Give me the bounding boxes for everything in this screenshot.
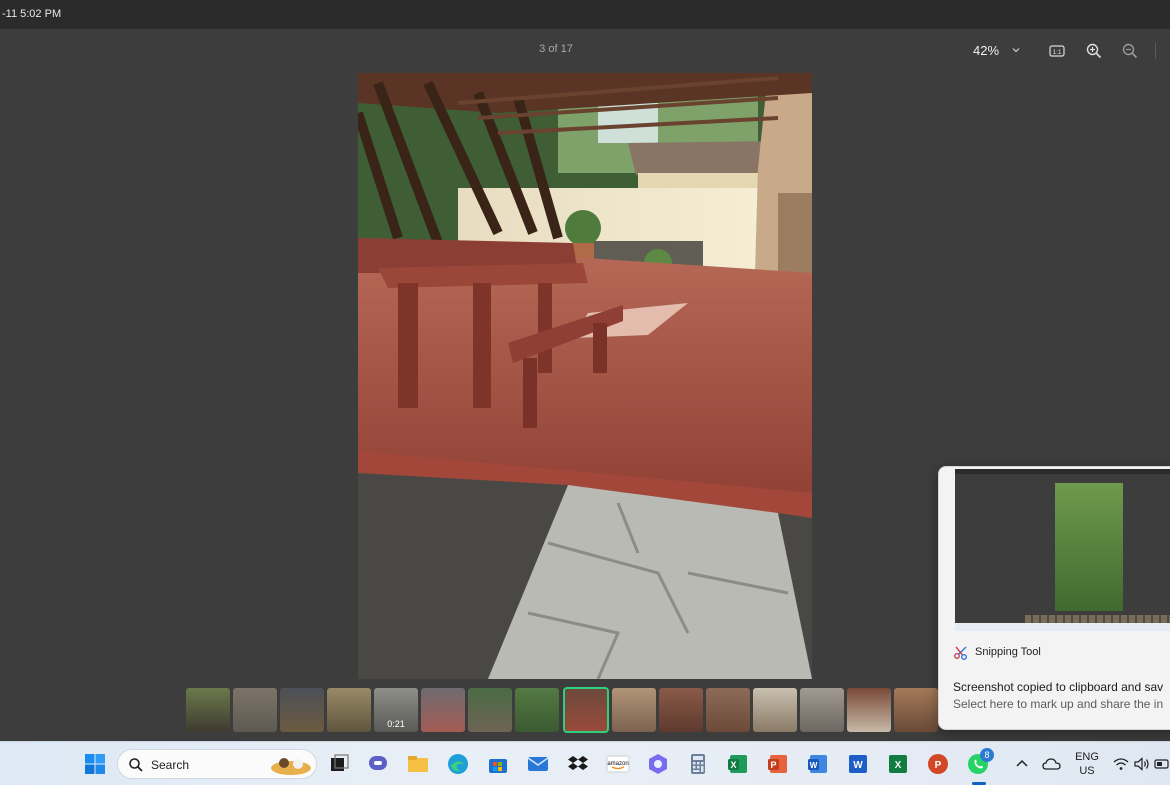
snipping-tool-notification[interactable]: Snipping Tool Screenshot copied to clipb… xyxy=(938,466,1170,730)
photo-viewer-window: -11 5:02 PM 3 of 17 42% 1:1 0:21 Snippin… xyxy=(0,0,1170,785)
preview-filmstrip xyxy=(1025,615,1170,623)
main-photo[interactable] xyxy=(358,73,812,679)
mail-icon[interactable] xyxy=(525,751,551,777)
powerpoint-icon[interactable]: P xyxy=(765,751,791,777)
toast-subtext: Select here to mark up and share the in xyxy=(953,697,1164,711)
preview-titlebar xyxy=(955,469,1170,474)
onedrive-cloud-icon[interactable] xyxy=(1041,754,1063,774)
edge-browser-icon[interactable] xyxy=(445,751,471,777)
thumbnail[interactable] xyxy=(421,688,465,732)
taskbar: Search amazon X P W W X P 8 ENG US xyxy=(0,741,1170,785)
thumbnail[interactable] xyxy=(468,688,512,732)
title-bar: -11 5:02 PM xyxy=(0,0,1170,29)
image-counter: 3 of 17 xyxy=(539,43,573,55)
svg-text:X: X xyxy=(730,760,736,770)
battery-icon[interactable] xyxy=(1154,757,1170,771)
actual-size-icon[interactable]: 1:1 xyxy=(1048,42,1066,60)
thumbnail[interactable] xyxy=(233,688,277,732)
toolbar-divider xyxy=(1155,43,1156,59)
zoom-dropdown[interactable]: 42% xyxy=(963,41,1033,61)
chevron-down-icon xyxy=(1012,48,1020,53)
thumbnail[interactable] xyxy=(753,688,797,732)
thumbnail-selected[interactable] xyxy=(563,687,609,733)
copilot-icon[interactable] xyxy=(645,751,671,777)
task-view-icon[interactable] xyxy=(326,751,352,777)
word-icon[interactable]: W xyxy=(805,751,831,777)
thumbnail[interactable] xyxy=(612,688,656,732)
svg-text:P: P xyxy=(770,760,776,770)
language-code: ENG xyxy=(1075,751,1099,763)
start-windows-icon[interactable] xyxy=(82,751,108,777)
wifi-icon[interactable] xyxy=(1112,755,1130,773)
amazon-icon[interactable]: amazon xyxy=(605,751,631,777)
whatsapp-notification-badge: 8 xyxy=(980,748,994,762)
thumbnail[interactable] xyxy=(847,688,891,732)
svg-text:amazon: amazon xyxy=(607,761,628,767)
video-thumbnail[interactable]: 0:21 xyxy=(374,688,418,732)
thumbnail[interactable] xyxy=(706,688,750,732)
screenshot-preview[interactable] xyxy=(955,469,1170,631)
word-icon-2[interactable]: W xyxy=(845,751,871,777)
taskbar-search-box[interactable]: Search xyxy=(117,749,317,779)
svg-text:P: P xyxy=(935,760,942,771)
svg-text:X: X xyxy=(895,760,902,771)
teams-chat-icon[interactable] xyxy=(365,751,391,777)
toast-app-name: Snipping Tool xyxy=(975,646,1041,658)
toast-message: Screenshot copied to clipboard and sav xyxy=(953,680,1164,694)
thumbnail[interactable] xyxy=(515,688,559,732)
thumbnail[interactable] xyxy=(327,688,371,732)
volume-icon[interactable] xyxy=(1133,755,1151,773)
preview-photo xyxy=(1055,483,1123,611)
file-explorer-icon[interactable] xyxy=(405,751,431,777)
powerpoint-icon-2[interactable]: P xyxy=(925,751,951,777)
search-label: Search xyxy=(151,758,190,772)
zoom-out-icon[interactable] xyxy=(1121,42,1139,60)
thumbnail[interactable] xyxy=(894,688,938,732)
viewer-toolbar: 3 of 17 42% 1:1 xyxy=(0,29,1170,71)
dropbox-icon[interactable] xyxy=(565,751,591,777)
search-icon xyxy=(129,758,143,772)
thumbnail[interactable] xyxy=(186,688,230,732)
window-title: -11 5:02 PM xyxy=(2,8,62,20)
search-highlight-icon xyxy=(271,758,311,775)
microsoft-store-icon[interactable] xyxy=(485,751,511,777)
svg-text:W: W xyxy=(853,760,863,771)
svg-text:1:1: 1:1 xyxy=(1052,49,1061,56)
thumbnail[interactable] xyxy=(800,688,844,732)
preview-taskbar xyxy=(955,623,1170,631)
zoom-in-icon[interactable] xyxy=(1085,42,1103,60)
video-duration: 0:21 xyxy=(387,719,405,729)
region-code: US xyxy=(1079,765,1095,777)
snipping-tool-icon xyxy=(954,646,967,660)
filmstrip: 0:21 xyxy=(186,687,946,733)
chevron-up-icon[interactable] xyxy=(1012,754,1032,774)
calculator-icon[interactable] xyxy=(685,751,711,777)
thumbnail[interactable] xyxy=(659,688,703,732)
excel-icon-2[interactable]: X xyxy=(885,751,911,777)
thumbnail[interactable] xyxy=(280,688,324,732)
excel-icon[interactable]: X xyxy=(725,751,751,777)
svg-text:W: W xyxy=(810,761,818,770)
zoom-level: 42% xyxy=(973,43,1000,58)
language-indicator[interactable]: ENG US xyxy=(1073,750,1101,778)
